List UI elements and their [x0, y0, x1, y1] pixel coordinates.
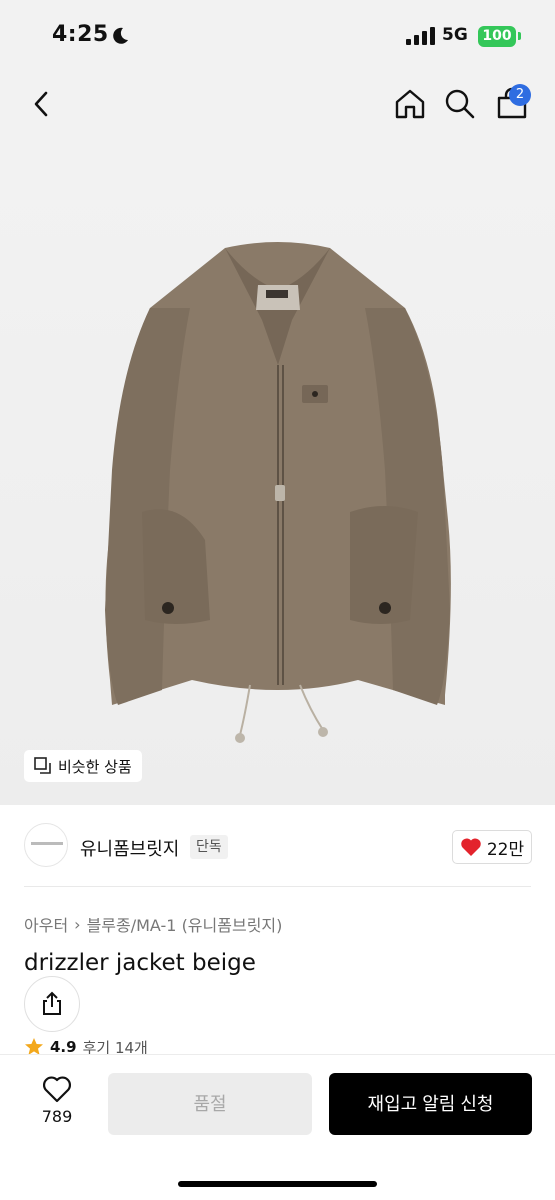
nav-bar	[0, 70, 555, 140]
similar-products-button[interactable]: 비슷한 상품	[24, 750, 142, 782]
search-icon[interactable]	[442, 86, 478, 122]
status-bar: 4:25 5G 100	[0, 0, 555, 70]
signal-icon	[406, 27, 435, 45]
exclusive-badge: 단독	[190, 835, 228, 859]
status-time: 4:25	[52, 22, 109, 47]
wishlist-count: 789	[41, 1107, 73, 1126]
cart-badge[interactable]: 2	[509, 84, 531, 106]
product-image[interactable]: 비슷한 상품	[0, 140, 555, 805]
brand-logo-mark	[31, 842, 63, 845]
similar-items-icon	[34, 757, 51, 774]
home-indicator	[178, 1181, 377, 1187]
chevron-right-icon: ›	[74, 914, 81, 934]
breadcrumb-category[interactable]: 아우터	[24, 912, 68, 936]
home-icon[interactable]	[392, 86, 428, 122]
soldout-button[interactable]: 품절	[108, 1073, 312, 1135]
share-icon	[43, 991, 61, 1015]
restock-alert-button[interactable]: 재입고 알림 신청	[329, 1073, 532, 1135]
brand-row: 유니폼브릿지 단독 22만	[0, 805, 555, 887]
breadcrumb: 아우터 › 블루종/MA-1 (유니폼브릿지)	[24, 912, 282, 936]
network-label: 5G	[442, 25, 468, 45]
heart-filled-icon	[461, 838, 481, 856]
battery-indicator: 100	[478, 26, 516, 47]
brand-name[interactable]: 유니폼브릿지	[80, 835, 179, 861]
product-title: drizzler jacket beige	[24, 950, 256, 976]
jacket-image	[105, 242, 451, 743]
divider	[24, 886, 531, 887]
moon-icon	[113, 27, 128, 44]
battery-tip	[518, 32, 521, 40]
similar-products-label: 비슷한 상품	[58, 757, 132, 776]
brand-logo[interactable]	[24, 823, 68, 867]
brand-like-count: 22만	[486, 839, 525, 860]
share-button[interactable]	[24, 976, 80, 1032]
heart-outline-icon	[43, 1076, 71, 1103]
breadcrumb-subcategory[interactable]: 블루종/MA-1 (유니폼브릿지)	[87, 912, 283, 936]
brand-like-button[interactable]: 22만	[452, 830, 532, 864]
back-icon[interactable]	[24, 86, 60, 122]
wishlist-button[interactable]: 789	[30, 1075, 84, 1126]
bottom-bar: 789 품절 재입고 알림 신청	[0, 1054, 555, 1200]
